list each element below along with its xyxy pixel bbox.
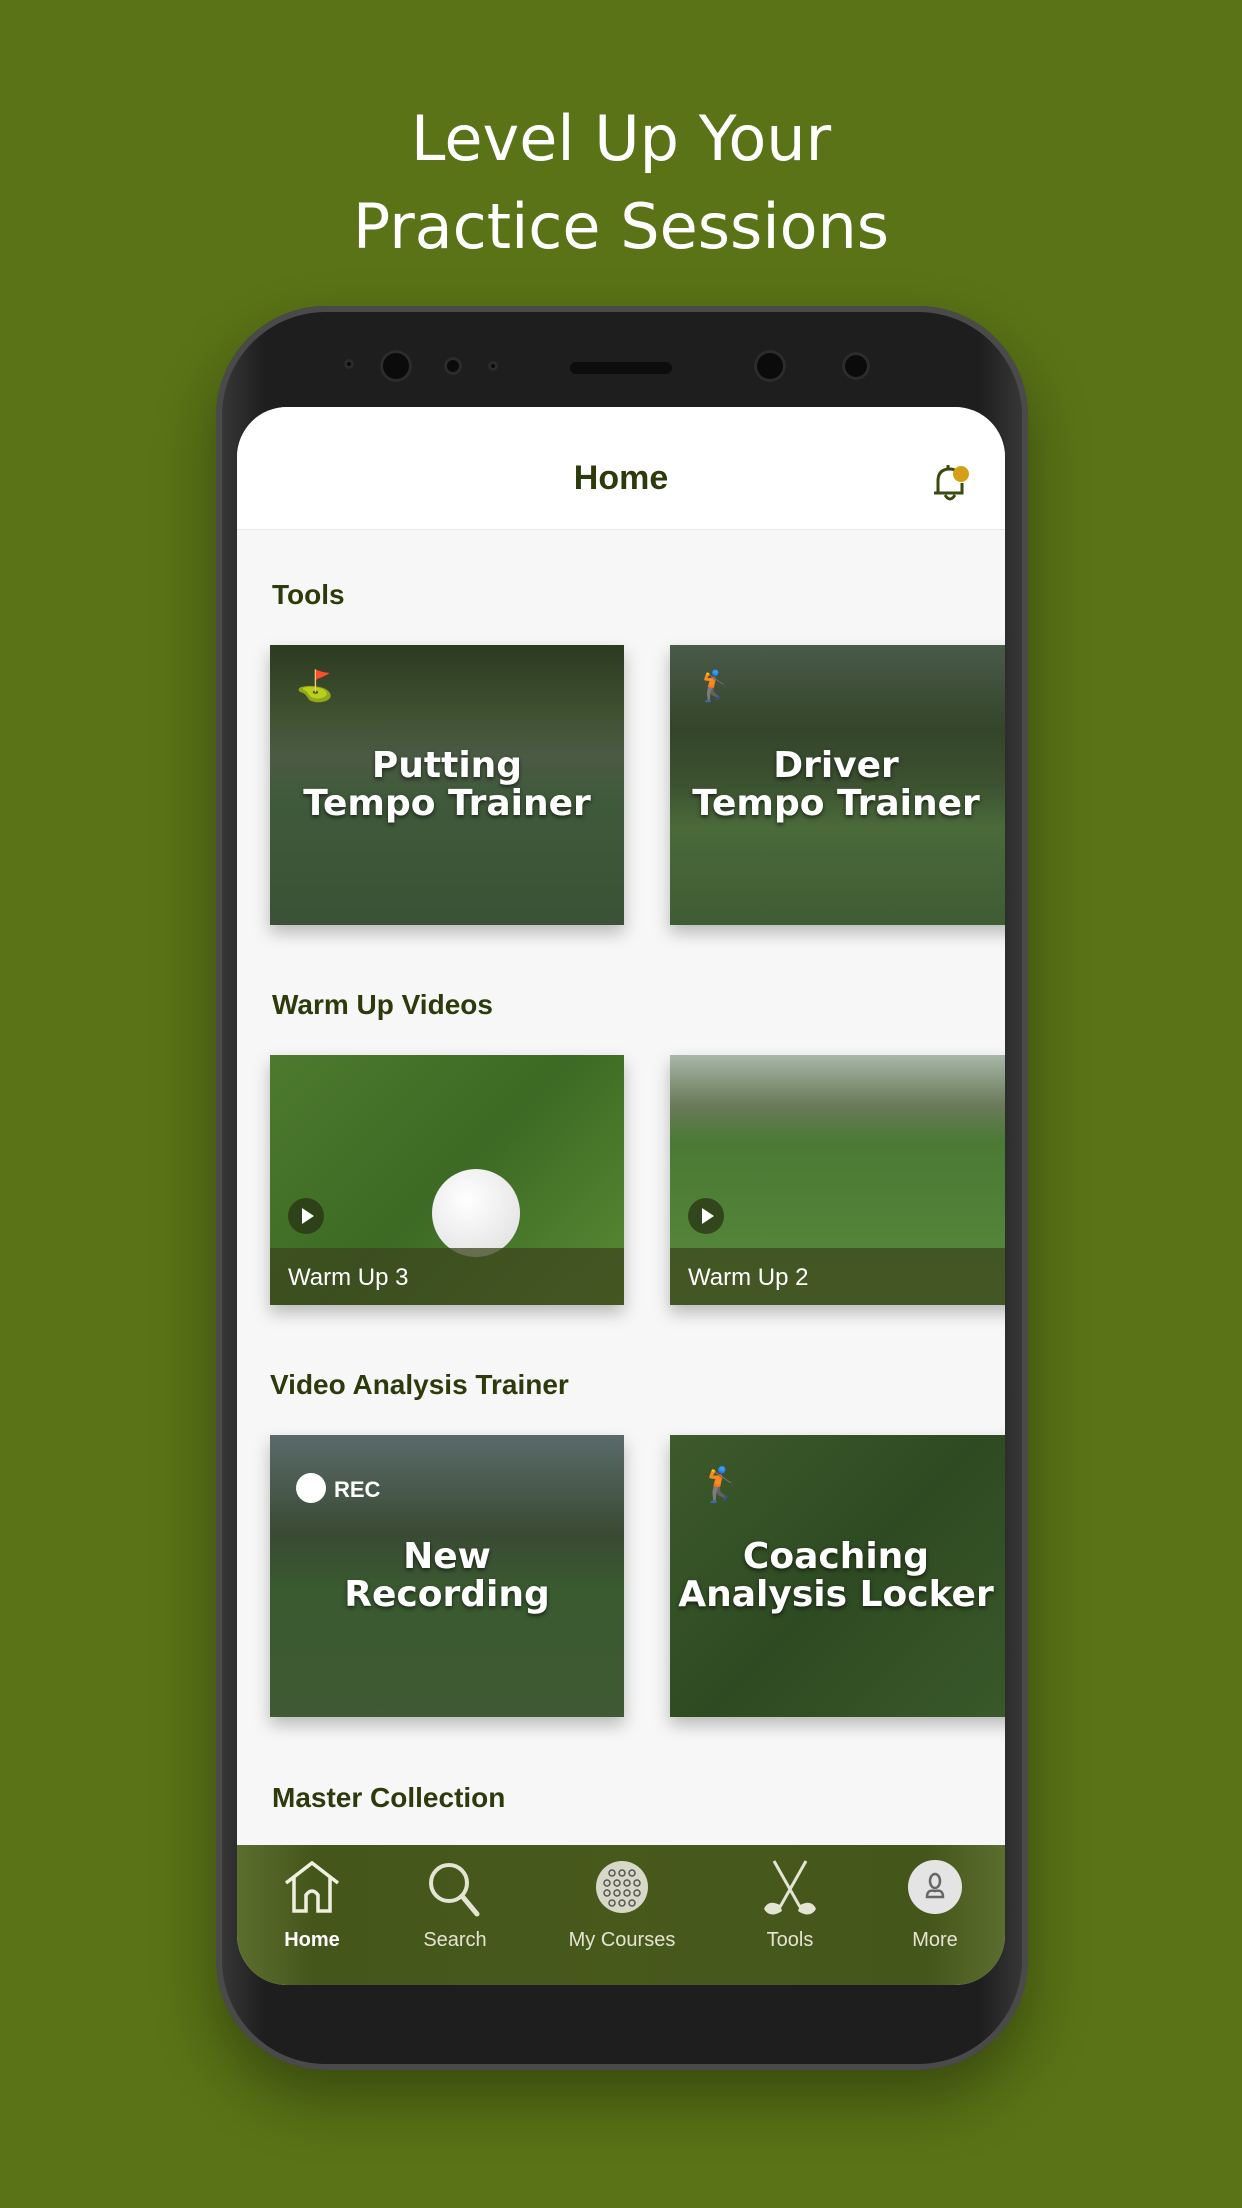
video-card-warm-up-3[interactable]: Warm Up 3 bbox=[270, 1055, 624, 1305]
tab-home[interactable]: Home bbox=[237, 1845, 387, 1985]
golf-ball-icon bbox=[596, 1861, 648, 1913]
card-title: Recording bbox=[344, 1574, 550, 1615]
tab-label: Tools bbox=[766, 1929, 814, 1951]
tab-label: Home bbox=[284, 1929, 340, 1951]
user-icon bbox=[908, 1860, 962, 1914]
front-camera-icon bbox=[754, 350, 786, 382]
card-title: Putting bbox=[371, 745, 523, 786]
tab-more[interactable]: More bbox=[860, 1845, 1005, 1985]
headline-line-2: Practice Sessions bbox=[352, 190, 890, 263]
tab-tools[interactable]: Tools bbox=[715, 1845, 865, 1985]
home-icon bbox=[284, 1860, 340, 1913]
record-icon bbox=[296, 1473, 326, 1503]
tab-label: Search bbox=[423, 1929, 487, 1951]
play-icon[interactable] bbox=[288, 1198, 324, 1234]
video-card-warm-up-2[interactable]: Warm Up 2 bbox=[670, 1055, 1005, 1305]
sensor-icon bbox=[444, 357, 462, 375]
front-camera-icon bbox=[380, 350, 412, 382]
play-icon[interactable] bbox=[688, 1198, 724, 1234]
app-header: Home bbox=[237, 407, 1005, 530]
tool-card-putting-tempo-trainer[interactable]: ⛳ Putting Tempo Trainer bbox=[270, 645, 624, 925]
swinging-golfer-icon: 🏌 bbox=[696, 670, 734, 703]
notification-badge bbox=[953, 466, 969, 482]
tab-search[interactable]: Search bbox=[380, 1845, 530, 1985]
card-title: New bbox=[403, 1536, 491, 1577]
golf-bag-icon: 🏌 bbox=[700, 1466, 743, 1504]
speaker-grille bbox=[570, 362, 672, 374]
card-coaching-analysis-locker[interactable]: 🏌 Coaching Analysis Locker bbox=[670, 1435, 1005, 1717]
search-icon bbox=[429, 1863, 480, 1917]
card-title: Coaching bbox=[742, 1536, 930, 1577]
page-title: Home bbox=[573, 459, 669, 497]
card-title: Tempo Trainer bbox=[692, 783, 980, 824]
card-new-recording[interactable]: REC New Recording bbox=[270, 1435, 624, 1717]
card-title: Tempo Trainer bbox=[303, 783, 591, 824]
section-title-master-collection: Master Collection bbox=[272, 1782, 506, 1813]
sensor-icon bbox=[488, 361, 498, 371]
tool-card-driver-tempo-trainer[interactable]: 🏌 Driver Tempo Trainer bbox=[670, 645, 1005, 925]
video-caption: Warm Up 3 bbox=[270, 1248, 624, 1305]
headline: Level Up Your Practice Sessions bbox=[0, 95, 1242, 271]
tab-label: My Courses bbox=[568, 1929, 676, 1951]
card-title: Driver bbox=[773, 745, 899, 786]
sensor-icon bbox=[842, 352, 870, 380]
bell-icon[interactable] bbox=[930, 461, 970, 505]
tab-my-courses[interactable]: My Courses bbox=[547, 1845, 697, 1985]
bottom-tab-bar: Home Search My Courses Tools More bbox=[237, 1845, 1005, 1985]
golf-ball-image bbox=[432, 1169, 520, 1257]
headline-line-1: Level Up Your bbox=[410, 102, 832, 175]
sensor-icon bbox=[344, 359, 354, 369]
card-title: Analysis Locker bbox=[678, 1574, 994, 1615]
section-title-video-analysis-trainer: Video Analysis Trainer bbox=[270, 1369, 569, 1400]
section-title-warm-up-videos: Warm Up Videos bbox=[272, 989, 493, 1020]
tab-label: More bbox=[912, 1929, 958, 1951]
golf-clubs-icon bbox=[764, 1860, 816, 1915]
app-screen: Home Tools ⛳ Putting Tempo Trainer 🏌 Driv… bbox=[237, 407, 1005, 1985]
video-caption: Warm Up 2 bbox=[670, 1248, 1005, 1305]
rec-label: REC bbox=[334, 1477, 381, 1502]
section-title-tools: Tools bbox=[272, 579, 345, 610]
putting-golfer-icon: ⛳ bbox=[296, 670, 334, 703]
